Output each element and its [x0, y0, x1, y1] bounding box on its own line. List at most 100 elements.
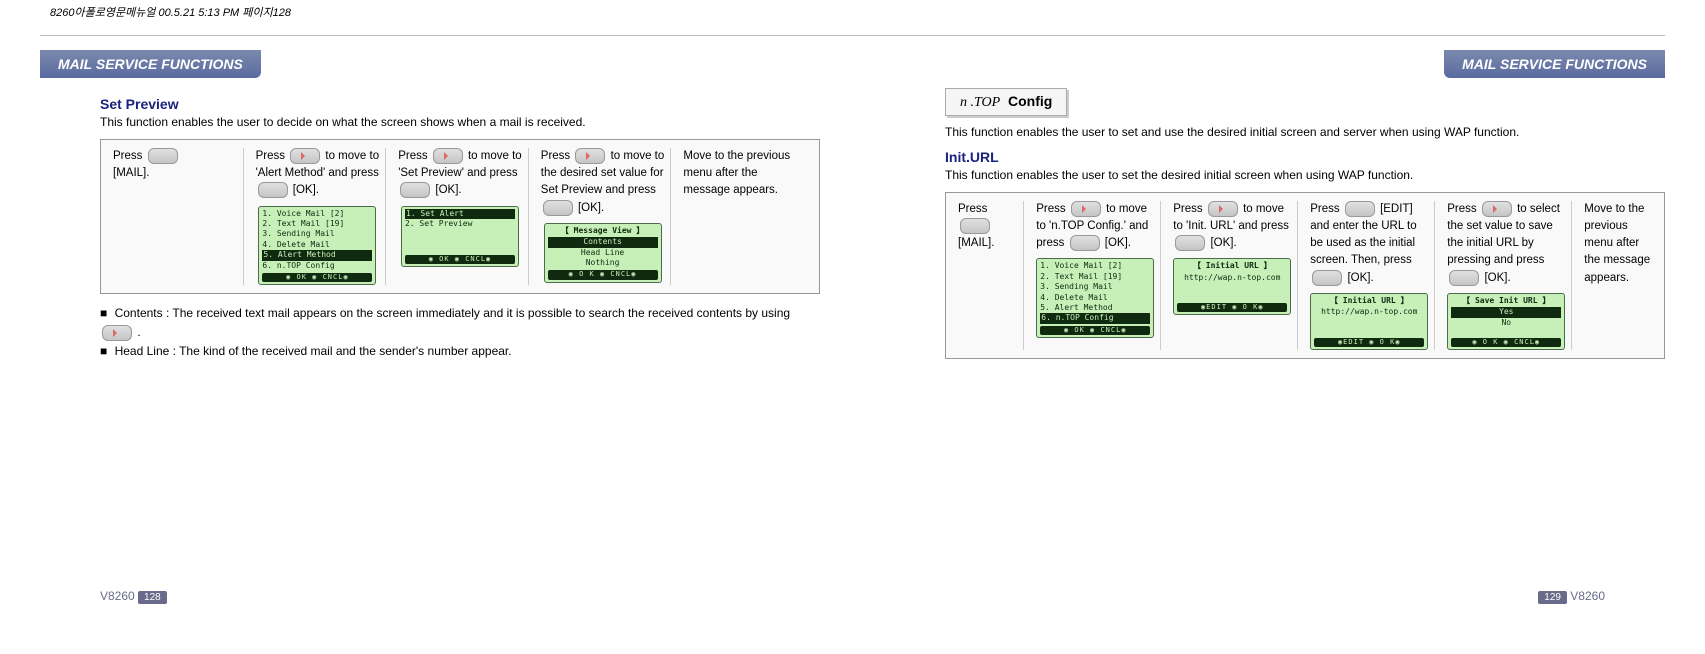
text: Press — [256, 150, 289, 162]
step: Press to move to 'Init. URL' and press [… — [1167, 201, 1298, 351]
text: Contents : The received text mail appear… — [115, 306, 790, 320]
soft-key-icon — [1175, 235, 1205, 251]
step: Press to move to 'Alert Method' and pres… — [250, 148, 387, 285]
nav-key-icon — [1482, 201, 1512, 217]
screen-softbar: ◉ OK ◉ CNCL◉ — [1040, 326, 1150, 335]
text: Press — [1173, 203, 1206, 215]
page-number: 128 — [138, 591, 167, 604]
step: Move to the previous menu after the mess… — [1578, 201, 1658, 351]
text: Press — [541, 150, 574, 162]
screen-title: 【 Initial URL 】 — [1314, 296, 1424, 306]
right-steps: Press [MAIL]. Press to move to 'n.TOP Co… — [945, 192, 1665, 360]
screen-softbar: ◉ OK ◉ CNCL◉ — [262, 273, 372, 282]
text: . — [137, 325, 140, 339]
text: [OK]. — [1484, 272, 1510, 284]
screen-title: 【 Message View 】 — [548, 226, 658, 236]
model-label: V8260 — [1570, 589, 1605, 603]
text: Move to the previous menu after the mess… — [683, 150, 790, 197]
nav-key-icon — [290, 148, 320, 164]
phone-screen: 【 Initial URL 】 http://wap.n-top.com ◉ED… — [1173, 258, 1291, 315]
text: [OK]. — [1105, 237, 1131, 249]
screen-line: No — [1451, 318, 1561, 328]
screen-line-selected: 5. Alert Method — [262, 250, 372, 260]
screen-line: 4. Delete Mail — [262, 240, 372, 250]
nav-key-icon — [433, 148, 463, 164]
soft-key-icon — [543, 200, 573, 216]
screen-softbar: ◉EDIT ◉ O K◉ — [1177, 303, 1287, 312]
step: Press to move to 'n.TOP Config.' and pre… — [1030, 201, 1161, 351]
step: Move to the previous menu after the mess… — [677, 148, 813, 285]
soft-key-icon — [1449, 270, 1479, 286]
phone-screen: 【 Initial URL 】 http://wap.n-top.com ◉ED… — [1310, 293, 1428, 350]
phone-screen: 1. Voice Mail [2] 2. Text Mail [19] 3. S… — [1036, 258, 1154, 337]
soft-key-icon — [400, 182, 430, 198]
init-url-intro: This function enables the user to set th… — [945, 167, 1645, 184]
screen-title: 【 Save Init URL 】 — [1451, 296, 1561, 306]
config-intro: This function enables the user to set an… — [945, 124, 1645, 141]
screen-line-selected: 1. Set Alert — [405, 209, 515, 219]
step: Press to move to the desired set value f… — [535, 148, 672, 285]
screen-line: 2. Text Mail [19] — [1040, 272, 1150, 282]
text: [MAIL]. — [958, 237, 994, 249]
text: Config — [1008, 93, 1052, 109]
page-footer: V8260 128 — [100, 589, 167, 604]
bullet-list: Contents : The received text mail appear… — [100, 304, 800, 362]
screen-line: http://wap.n-top.com — [1177, 273, 1287, 283]
nav-key-icon — [102, 325, 132, 341]
config-heading: n .TOP Config — [945, 88, 1067, 116]
soft-key-icon — [258, 182, 288, 198]
screen-line: 5. Alert Method — [1040, 303, 1150, 313]
set-preview-title: Set Preview — [100, 96, 820, 112]
text: Press — [398, 150, 431, 162]
soft-key-icon — [1312, 270, 1342, 286]
screen-line: 6. n.TOP Config — [262, 261, 372, 271]
screen-line-selected: 6. n.TOP Config — [1040, 313, 1150, 323]
header-rule — [40, 35, 1665, 42]
text: Press — [1310, 203, 1343, 215]
phone-screen: 1. Voice Mail [2] 2. Text Mail [19] 3. S… — [258, 206, 376, 285]
screen-line: 2. Text Mail [19] — [262, 219, 372, 229]
step: Press [MAIL]. — [107, 148, 244, 285]
text: [OK]. — [1347, 272, 1373, 284]
text: [OK]. — [1210, 237, 1236, 249]
init-url-title: Init.URL — [945, 149, 1665, 165]
page-footer: 129 V8260 — [1538, 589, 1605, 604]
text: [OK]. — [578, 202, 604, 214]
screen-title: 【 Initial URL 】 — [1177, 261, 1287, 271]
nav-key-icon — [575, 148, 605, 164]
screen-line: http://wap.n-top.com — [1314, 307, 1424, 317]
step: Press to move to 'Set Preview' and press… — [392, 148, 529, 285]
section-tab: MAIL SERVICE FUNCTIONS — [40, 50, 261, 78]
phone-screen: 【 Message View 】 Contents Head Line Noth… — [544, 223, 662, 283]
screen-line: Nothing — [548, 258, 658, 268]
phone-screen: 【 Save Init URL 】 Yes No ◉ O K ◉ CNCL◉ — [1447, 293, 1565, 350]
text: Head Line : The kind of the received mai… — [115, 344, 512, 358]
list-item: Head Line : The kind of the received mai… — [100, 342, 800, 361]
soft-key-icon — [148, 148, 178, 164]
text: Press — [958, 203, 987, 215]
screen-line: 1. Voice Mail [2] — [262, 209, 372, 219]
text: Press — [113, 150, 146, 162]
step: Press to select the set value to save th… — [1441, 201, 1572, 351]
page-number: 129 — [1538, 591, 1567, 604]
text: Move to the previous menu after the mess… — [1584, 203, 1650, 284]
step: Press [EDIT] and enter the URL to be use… — [1304, 201, 1435, 351]
crop-mark: 8260아폴로영문메뉴얼 00.5.21 5:13 PM 페이지128 — [50, 4, 291, 20]
screen-softbar: ◉ OK ◉ CNCL◉ — [405, 255, 515, 264]
text: Press — [1447, 203, 1480, 215]
text: [OK]. — [293, 184, 319, 196]
screen-softbar: ◉EDIT ◉ O K◉ — [1314, 338, 1424, 347]
soft-key-icon — [1345, 201, 1375, 217]
nav-key-icon — [1208, 201, 1238, 217]
text: Press — [1036, 203, 1069, 215]
screen-line: 1. Voice Mail [2] — [1040, 261, 1150, 271]
left-steps: Press [MAIL]. Press to move to 'Alert Me… — [100, 139, 820, 294]
set-preview-intro: This function enables the user to decide… — [100, 114, 800, 131]
nav-key-icon — [1071, 201, 1101, 217]
list-item: Contents : The received text mail appear… — [100, 304, 800, 342]
text: n .TOP — [960, 95, 1000, 110]
screen-line: 3. Sending Mail — [1040, 282, 1150, 292]
left-page: MAIL SERVICE FUNCTIONS Set Preview This … — [40, 50, 820, 610]
screen-line-selected: Yes — [1451, 307, 1561, 317]
model-label: V8260 — [100, 589, 135, 603]
